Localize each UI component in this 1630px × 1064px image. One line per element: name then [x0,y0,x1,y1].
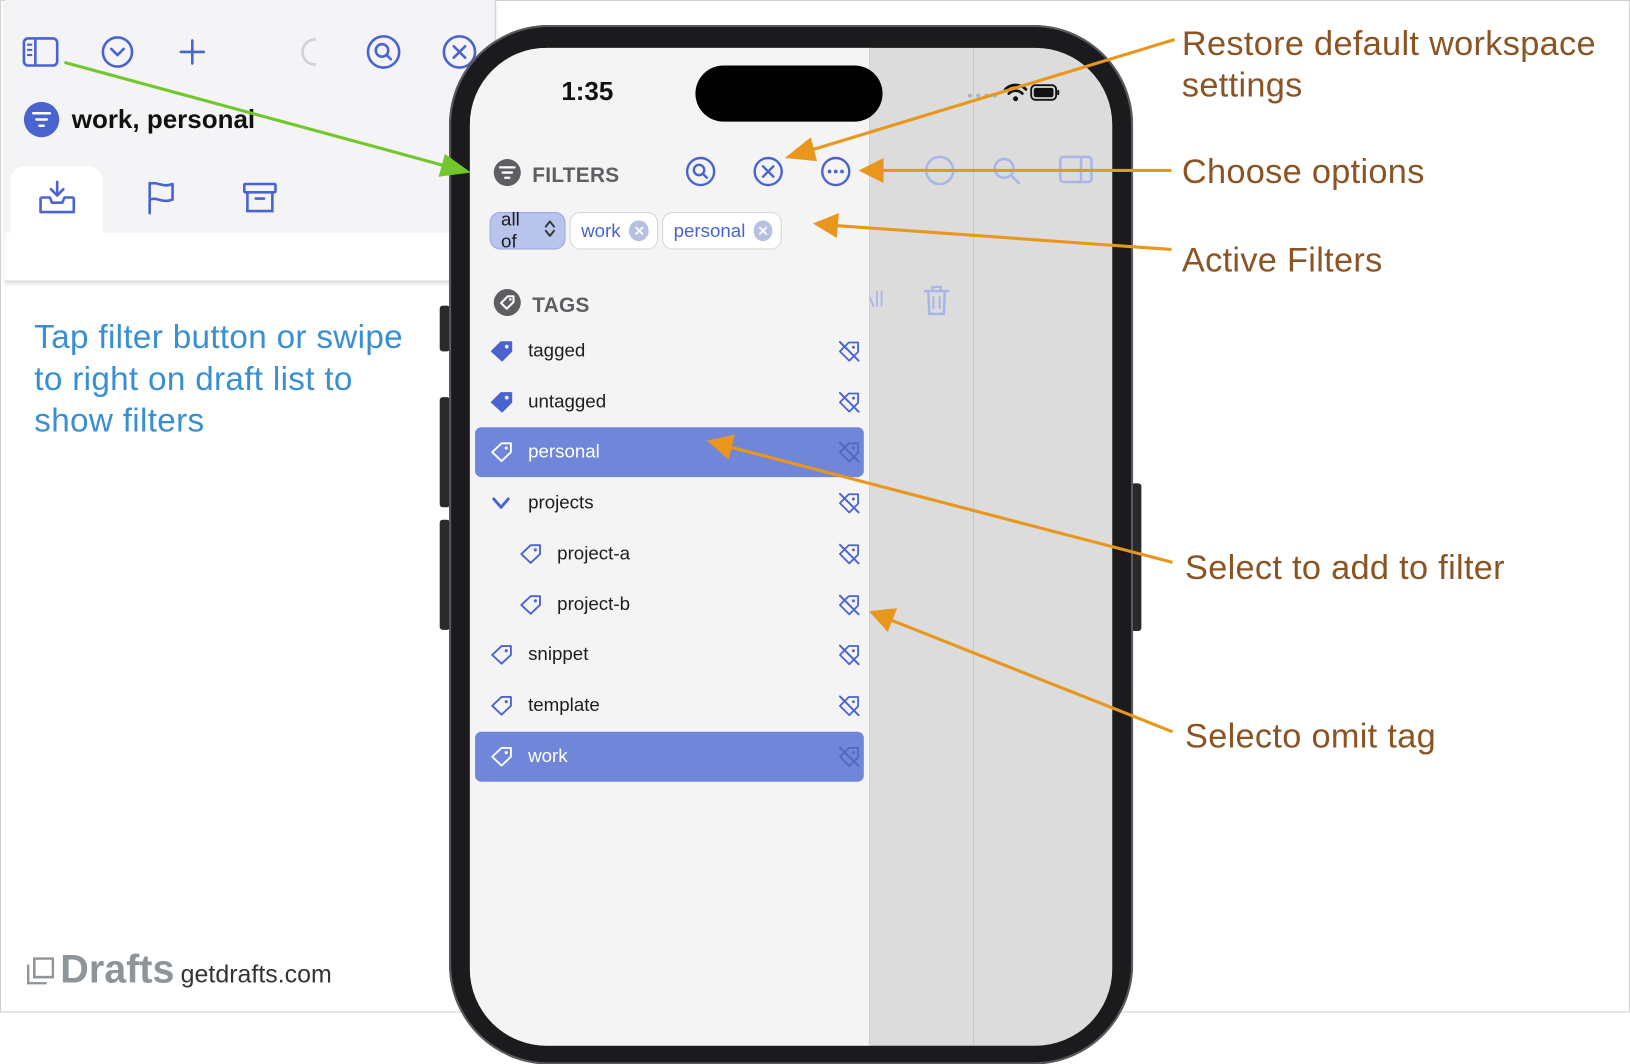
filters-header: FILTERS [493,158,620,193]
filter-mode-selector[interactable]: all of [489,209,566,252]
tag-row-label: project-b [557,593,630,614]
active-filter-label: work [581,219,621,241]
omit-tag-icon[interactable] [837,744,862,769]
sidebar-icon[interactable] [22,33,59,70]
tag-filled-icon [490,340,515,363]
plus-icon[interactable] [174,33,211,70]
instruction-text: Tap filter button or swipe to right on d… [34,318,403,439]
active-filter-label: personal [673,219,746,241]
tag-row-label: project-a [557,542,630,564]
filter-icon [493,158,522,193]
tab-archive[interactable] [213,166,306,233]
tag-icon [490,694,515,717]
brand-name: Drafts [60,948,175,992]
cellular-signal-icon [967,93,997,98]
filters-panel: 1:35 FILTERS all of work personal TAGS t… [469,47,883,1046]
omit-tag-icon[interactable] [837,389,862,414]
omit-tag-icon[interactable] [837,643,862,668]
tags-header-label: TAGS [532,293,590,317]
archive-icon [242,180,277,218]
drafts-brand: Drafts getdrafts.com [26,948,332,993]
chevron-down-icon[interactable] [490,492,515,515]
annotation-restore-defaults: Restore default workspace settings [1181,23,1596,104]
phone-screen: All 1:35 FILTERS all of work personal TA… [469,47,1113,1046]
status-time: 1:35 [561,76,614,107]
omit-tag-icon[interactable] [837,541,862,566]
tag-row-untagged[interactable]: untagged [475,377,864,427]
tag-icon [490,644,515,667]
workspace-title-label: work, personal [71,104,256,134]
dynamic-island [695,65,883,122]
tag-row-personal[interactable]: personal [475,427,864,478]
chevron-down-circle-icon[interactable] [99,33,136,70]
filters-header-label: FILTERS [532,163,620,187]
filter-mode-label: all of [501,208,520,252]
inbox-icon [37,179,77,220]
omit-tag-icon[interactable] [837,339,862,364]
status-bar-icons [967,81,1061,106]
annotation-active-filters: Active Filters [1181,240,1383,279]
tag-row-label: untagged [528,390,607,412]
tab-flagged[interactable] [114,166,207,233]
up-down-chevron-icon [544,218,556,244]
tag-filled-icon [490,391,515,414]
wifi-icon [1003,83,1028,102]
remove-filter-icon[interactable] [753,220,773,242]
tag-icon [490,745,515,768]
draft-list-area [5,232,495,281]
active-filter-chip-work[interactable]: work [569,212,659,250]
search-circle-icon[interactable] [365,33,402,70]
active-filter-chip-personal[interactable]: personal [662,212,782,250]
tag-row-label: personal [528,441,600,462]
annotation-choose-options: Choose options [1181,151,1425,191]
tag-icon [519,542,544,565]
draft-list-header-inset: work, personal [5,0,496,282]
annotation-select-add: Select to add to filter [1185,547,1505,587]
battery-icon [1030,84,1060,101]
search-circle-icon[interactable] [684,155,717,188]
loading-spinner-icon [296,33,333,70]
omit-tag-icon[interactable] [837,592,862,617]
folder-tabs [10,166,494,233]
trash-icon [923,285,950,316]
tag-row-label: template [528,694,600,716]
brand-url: getdrafts.com [180,960,332,989]
omit-tag-icon[interactable] [837,440,862,465]
remove-filter-icon[interactable] [628,220,649,242]
tag-row-label: tagged [528,339,586,361]
tag-row-project-a[interactable]: project-a [475,529,864,579]
flag-icon [144,179,177,220]
tag-row-project-b[interactable]: project-b [475,580,864,630]
workspace-title[interactable]: work, personal [23,101,256,138]
restore-defaults-icon[interactable] [752,155,785,188]
tag-row-projects[interactable]: projects [475,478,864,528]
tag-icon [490,441,515,464]
drafts-logo-icon [26,956,55,985]
filter-button-icon[interactable] [23,101,60,138]
tag-circle-icon [493,288,522,323]
tags-header: TAGS [493,288,590,323]
omit-tag-icon[interactable] [837,693,862,718]
tag-icon [519,593,544,616]
tag-row-snippet[interactable]: snippet [475,630,864,680]
tag-row-tagged[interactable]: tagged [475,326,864,376]
tag-row-work[interactable]: work [475,731,864,782]
tag-row-template[interactable]: template [475,681,864,731]
tag-row-label: snippet [528,643,589,665]
tab-inbox[interactable] [10,166,103,233]
annotation-select-omit: Selecto omit tag [1185,716,1437,755]
omit-tag-icon[interactable] [837,491,862,516]
split-divider [972,47,975,1046]
tag-row-label: work [528,744,568,766]
tag-row-label: projects [528,491,594,513]
more-options-icon[interactable] [819,155,852,188]
behind-toolbar-icons [924,155,1093,186]
